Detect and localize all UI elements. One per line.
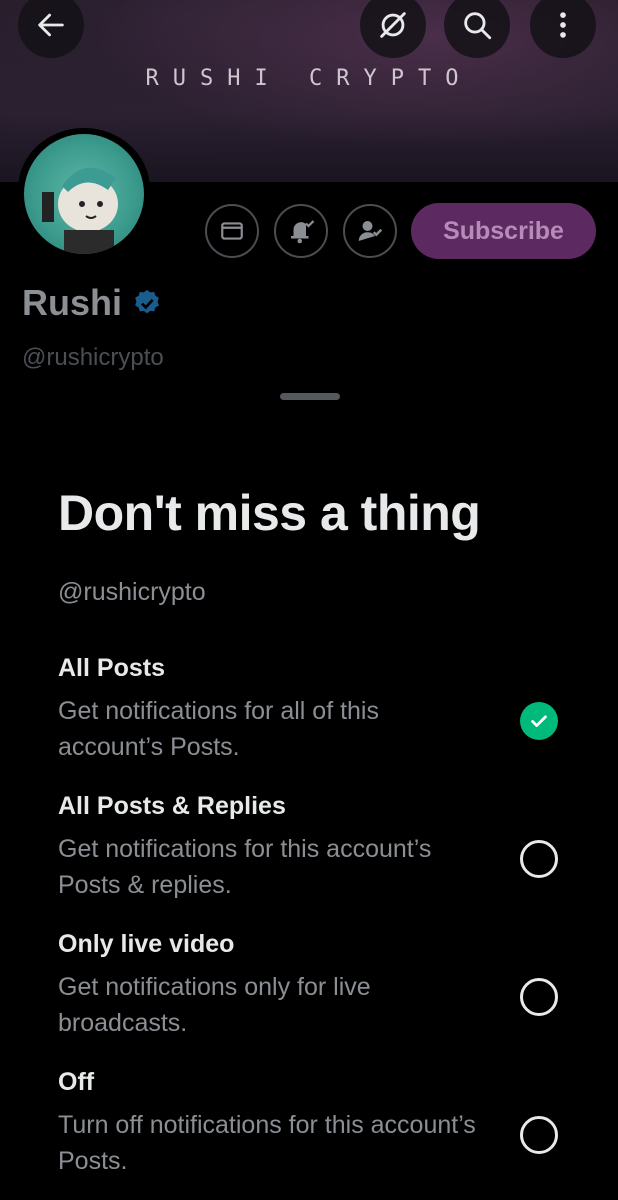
notifications-button[interactable] bbox=[274, 204, 328, 258]
back-arrow-icon bbox=[38, 13, 64, 37]
option-description: Get notifications for this account’s Pos… bbox=[58, 835, 432, 899]
following-button[interactable] bbox=[343, 204, 397, 258]
bell-check-icon bbox=[291, 220, 315, 244]
sheet-grabber[interactable] bbox=[280, 393, 340, 400]
option-description: Turn off notifications for this account’… bbox=[58, 1111, 476, 1175]
option-all-posts[interactable]: All Posts Get notifications for all of t… bbox=[58, 654, 578, 765]
profile-handle: @rushicrypto bbox=[22, 344, 164, 371]
option-off[interactable]: Off Turn off notifications for this acco… bbox=[58, 1068, 578, 1179]
profile-name: Rushi bbox=[22, 282, 162, 324]
option-description: Get notifications for all of this accoun… bbox=[58, 697, 379, 761]
radio-all-posts[interactable] bbox=[520, 702, 558, 740]
option-title: Only live video bbox=[58, 930, 235, 958]
user-check-icon bbox=[358, 221, 383, 241]
option-title: All Posts bbox=[58, 654, 165, 682]
option-all-posts-replies[interactable]: All Posts & Replies Get notifications fo… bbox=[58, 792, 578, 903]
option-description: Get notifications only for live broadcas… bbox=[58, 973, 371, 1037]
more-vertical-icon bbox=[560, 12, 566, 38]
avatar-illustration bbox=[42, 167, 118, 254]
sheet-title: Don't miss a thing bbox=[58, 485, 481, 541]
radio-all-posts-replies[interactable] bbox=[520, 840, 558, 878]
search-icon bbox=[464, 12, 492, 40]
avatar[interactable] bbox=[18, 128, 150, 254]
check-icon bbox=[531, 715, 547, 727]
grok-icon bbox=[380, 12, 406, 38]
option-only-live-video[interactable]: Only live video Get notifications only f… bbox=[58, 930, 578, 1041]
radio-off[interactable] bbox=[520, 1116, 558, 1154]
option-title: All Posts & Replies bbox=[58, 792, 286, 820]
banner-title: RUSHI CRYPTO bbox=[145, 66, 473, 91]
mail-icon bbox=[221, 222, 243, 240]
sheet-handle: @rushicrypto bbox=[58, 578, 206, 606]
option-title: Off bbox=[58, 1068, 95, 1096]
subscribe-button[interactable]: Subscribe bbox=[411, 203, 596, 259]
verified-badge-icon bbox=[135, 289, 159, 314]
radio-only-live-video[interactable] bbox=[520, 978, 558, 1016]
message-button[interactable] bbox=[205, 204, 259, 258]
profile-name-text: Rushi bbox=[22, 282, 123, 323]
